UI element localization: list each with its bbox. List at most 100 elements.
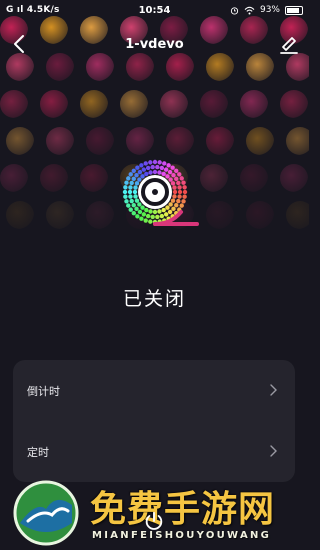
logo-dot [182,194,187,199]
logo-dot [143,161,148,166]
logo-dot [131,202,136,208]
logo-dot [123,185,128,190]
logo-dot [141,167,147,172]
logo-dot [182,189,188,195]
logo-dot [157,160,162,165]
logo-dot [157,170,162,175]
logo-dot [133,194,138,199]
light-dot [286,201,309,229]
logo-dot [182,185,187,190]
light-dot [120,90,148,118]
logo-dot [167,209,173,215]
logo-dot [161,171,166,177]
logo-dot [140,205,145,210]
logo-dot [176,198,181,204]
page-title: 1-vdevo [125,37,184,52]
logo-dot [177,194,182,199]
logo-dot [165,174,170,179]
power-icon[interactable] [143,510,165,532]
header: 1-vdevo [0,24,309,64]
logo-dot [132,189,138,195]
logo-dot [181,180,186,185]
logo-dot [135,214,140,219]
logo-dot [174,168,179,173]
logo-dot [163,212,169,217]
light-dot [0,90,28,118]
logo-dot [179,176,184,181]
logo-dot [131,168,136,173]
light-dot [6,201,34,229]
light-dot [40,90,68,118]
logo-dot [170,198,176,203]
logo-dot [144,171,149,177]
menu-item-label: 倒计时 [27,385,60,398]
logo-dot [174,176,179,182]
light-dot [86,201,114,229]
device-state-label: 已关闭 [122,288,186,310]
logo-dot [152,209,158,215]
logo-dot [150,164,155,170]
logo-dot [134,172,139,178]
logo-dot [128,172,133,177]
light-dot [240,90,268,118]
logo-dot [143,218,148,223]
logo-dot [170,181,176,186]
logo-dot [148,170,153,175]
logo-dot [127,189,133,195]
logo-dot [165,205,170,210]
light-dot [160,90,188,118]
logo-dot [176,180,181,186]
light-dot [80,90,108,118]
light-dot [86,127,114,155]
status-icons: 93% [230,5,303,15]
light-dot [280,164,308,192]
logo-dot [137,169,143,175]
menu-item-label: 定时 [27,446,49,459]
logo-dot [148,209,153,214]
menu-item-countdown[interactable]: 倒计时 [13,360,295,420]
logo-dot [179,203,184,208]
logo-dot [171,172,176,178]
logo-dot [145,213,151,219]
logo-dot [170,165,175,170]
wifi-icon [244,6,255,14]
logo-dot [129,180,134,186]
logo-dot [129,198,134,204]
rainbow-ring-logo [122,159,199,226]
watermark-title: 免费手游网 [90,488,276,530]
logo-dot [159,213,165,219]
logo-dot [139,163,144,168]
logo-dot [124,180,129,185]
alarm-icon [230,6,239,15]
logo-dot [155,214,160,220]
logo-dot [128,207,133,212]
light-dot [206,201,234,229]
watermark-logo [13,480,79,546]
logo-dot [126,176,131,181]
light-dot [46,201,74,229]
logo-dot [140,174,145,179]
logo-dot [172,189,178,195]
battery-icon [285,5,303,15]
logo-dot [137,177,142,182]
logo-dot [177,185,182,190]
logo-dot [124,199,129,204]
edit-icon[interactable] [277,32,301,56]
light-dot [246,127,274,155]
logo-dot [126,203,131,208]
logo-dot [163,167,169,172]
logo-dot [141,212,147,217]
logo-dot [171,206,176,212]
light-dot [200,90,228,118]
logo-dot [123,194,128,199]
logo-dot [161,207,166,213]
light-dot [46,127,74,155]
status-bar: G ıl 4.5K/s 10:54 93% [0,0,309,20]
light-dot [200,164,228,192]
battery-percent: 93% [259,5,280,15]
menu-item-schedule[interactable]: 定时 [13,421,295,481]
logo-dot [139,216,144,221]
logo-dot [128,185,133,190]
light-dot [40,164,68,192]
light-dot [206,127,234,155]
